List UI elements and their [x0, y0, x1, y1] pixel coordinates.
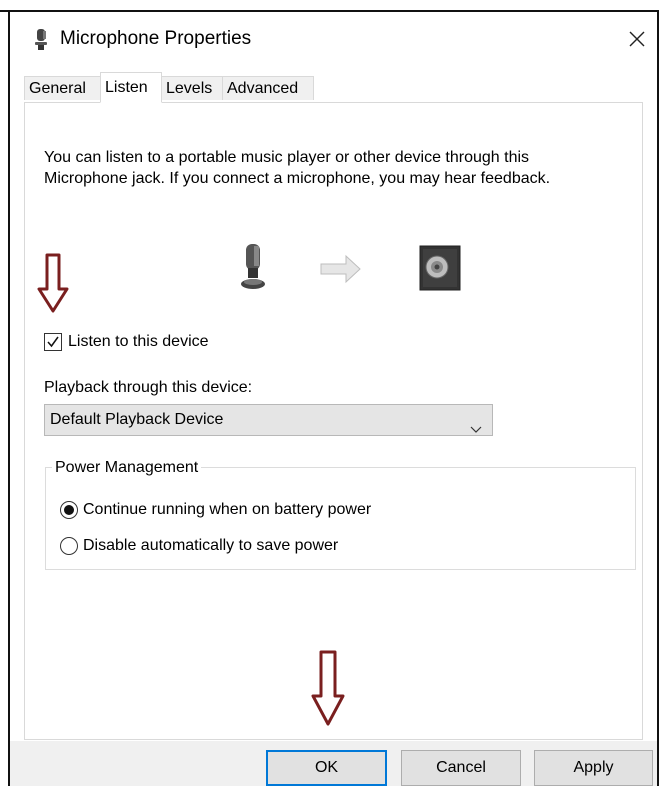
annotation-arrow-down-icon: [37, 253, 69, 313]
listen-checkbox-label: Listen to this device: [68, 333, 209, 350]
radio-button[interactable]: [60, 537, 78, 555]
tab-general[interactable]: General: [24, 76, 102, 100]
chevron-down-icon: [470, 415, 482, 445]
playback-label: Playback through this device:: [44, 379, 253, 396]
tab-advanced[interactable]: Advanced: [222, 76, 314, 100]
tab-listen[interactable]: Listen: [100, 72, 162, 103]
radio-selected-dot: [64, 505, 74, 515]
arrow-right-icon: [320, 254, 361, 284]
tab-levels[interactable]: Levels: [161, 76, 223, 100]
screenshot-right-margin: [659, 0, 669, 786]
radio-continue-running[interactable]: Continue running when on battery power: [60, 501, 371, 519]
speaker-icon: [419, 245, 461, 291]
radio-disable-automatically[interactable]: Disable automatically to save power: [60, 537, 338, 555]
checkbox-box[interactable]: [44, 333, 62, 351]
close-button[interactable]: [620, 22, 654, 56]
microphone-icon: [241, 244, 265, 289]
window-border-left: [8, 10, 10, 786]
radio-label: Disable automatically to save power: [83, 537, 339, 554]
tab-label: Advanced: [227, 80, 299, 97]
listen-diagram: [236, 240, 466, 296]
tab-label: General: [29, 80, 86, 97]
microphone-icon: [34, 29, 50, 56]
listen-to-device-checkbox[interactable]: Listen to this device: [44, 333, 209, 351]
description-line: Microphone jack. If you connect a microp…: [44, 170, 551, 187]
listen-description: You can listen to a portable music playe…: [44, 147, 624, 189]
radio-button[interactable]: [60, 501, 78, 519]
description-line: You can listen to a portable music playe…: [44, 149, 530, 166]
tab-label: Levels: [166, 80, 213, 97]
title-bar: Microphone Properties: [10, 12, 657, 70]
cancel-button[interactable]: Cancel: [401, 750, 521, 786]
tab-strip: General Listen Levels Advanced: [10, 72, 657, 103]
apply-button[interactable]: Apply: [534, 750, 653, 786]
checkmark-icon: [47, 336, 59, 348]
playback-selected-value: Default Playback Device: [50, 411, 224, 428]
power-management-label: Power Management: [52, 459, 202, 477]
window-title: Microphone Properties: [60, 28, 252, 49]
playback-device-select[interactable]: Default Playback Device: [44, 404, 493, 436]
radio-label: Continue running when on battery power: [83, 501, 372, 518]
close-icon: [629, 31, 645, 47]
tab-label: Listen: [105, 79, 148, 96]
ok-button[interactable]: OK: [266, 750, 387, 786]
annotation-arrow-down-icon: [311, 650, 345, 726]
